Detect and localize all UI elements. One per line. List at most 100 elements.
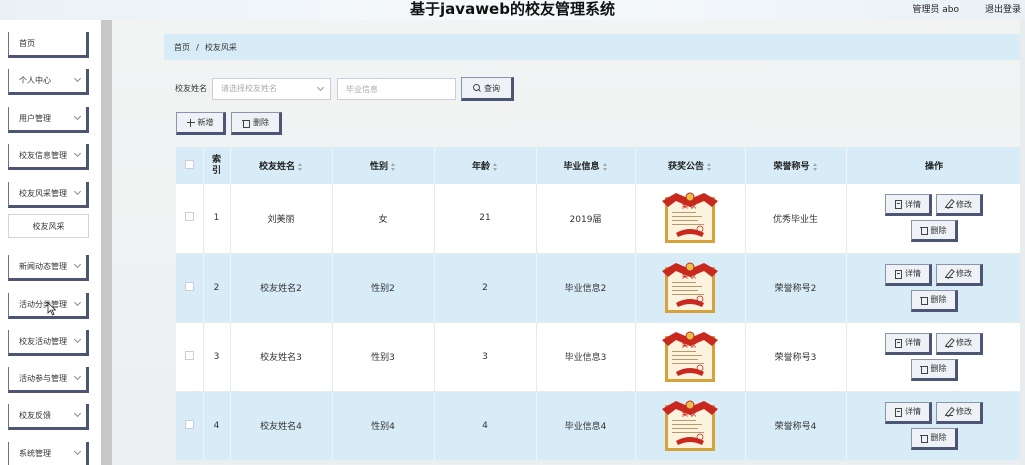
sort-icon[interactable] (812, 162, 818, 171)
table-header-row: 索引 校友姓名 性别 年龄 毕业信息 获奖公告 荣誉称号 操作 (176, 147, 1023, 184)
delete-button[interactable]: 删除 (910, 220, 958, 243)
row-select-cell (176, 253, 204, 323)
row-select-cell (176, 184, 204, 254)
delete-button[interactable]: 删除 (910, 427, 958, 450)
row-award-cell: 奖状 (635, 184, 746, 254)
detail-button[interactable]: 详情 (885, 263, 932, 286)
document-icon (894, 200, 902, 210)
row-select-cell (176, 322, 204, 392)
edit-label: 修改 (956, 269, 972, 278)
sidebar-item-personal[interactable]: 个人中心 (8, 69, 89, 95)
logout-link[interactable]: 退出登录 (985, 2, 1021, 15)
sort-icon[interactable] (391, 162, 396, 171)
trash-icon (919, 365, 928, 374)
sidebar-item-feedback[interactable]: 校友反馈 (8, 404, 89, 430)
row-checkbox[interactable] (184, 212, 194, 222)
column-graduation-label: 毕业信息 (563, 162, 600, 172)
edit-button[interactable]: 修改 (936, 194, 983, 217)
row-checkbox[interactable] (184, 281, 194, 291)
sidebar-item-alumni-style[interactable]: 校友风采管理 (8, 182, 89, 208)
column-actions-label: 操作 (924, 162, 943, 172)
row-name: 校友姓名3 (230, 322, 333, 392)
edit-label: 修改 (956, 407, 972, 416)
edit-button[interactable]: 修改 (936, 332, 983, 355)
search-name-select[interactable]: 请选择校友姓名 (212, 78, 331, 100)
sidebar-scrollbar[interactable] (101, 20, 112, 465)
sort-icon[interactable] (298, 162, 303, 171)
sidebar-item-alumni-activity[interactable]: 校友活动管理 (8, 330, 89, 356)
sidebar-item-home[interactable]: 首页 (8, 32, 89, 58)
edit-label: 修改 (956, 338, 972, 347)
sort-icon[interactable] (602, 162, 608, 171)
row-gender: 女 (332, 184, 435, 254)
sidebar-item-label: 校友风采管理 (19, 189, 67, 198)
row-select-cell (176, 391, 204, 461)
add-button[interactable]: 新增 (176, 112, 226, 135)
sort-icon[interactable] (493, 162, 498, 171)
detail-button[interactable]: 详情 (885, 194, 932, 217)
row-graduation: 毕业信息4 (536, 391, 636, 461)
edit-button[interactable]: 修改 (936, 401, 983, 424)
sidebar-item-users[interactable]: 用户管理 (8, 107, 89, 133)
breadcrumb-home[interactable]: 首页 (174, 42, 190, 53)
alumni-table: 索引 校友姓名 性别 年龄 毕业信息 获奖公告 荣誉称号 操作 1 刘美丽 女 … (176, 147, 1023, 465)
breadcrumb: 首页 / 校友风采 (164, 34, 1022, 60)
edit-icon (945, 339, 953, 347)
column-header-name[interactable]: 校友姓名 (230, 147, 333, 184)
row-honor: 荣誉称号3 (745, 322, 847, 392)
edit-icon (945, 270, 953, 278)
row-name: 刘美丽 (230, 184, 333, 254)
sidebar-item-label: 校友活动管理 (19, 337, 67, 346)
row-gender: 性别3 (332, 322, 435, 392)
sidebar-item-label: 个人中心 (19, 76, 51, 85)
sidebar-item-label: 首页 (19, 39, 35, 48)
bulk-delete-button[interactable]: 删除 (231, 112, 282, 135)
award-certificate-image (662, 331, 718, 382)
sort-icon[interactable] (707, 162, 712, 171)
select-all-checkbox[interactable] (184, 159, 194, 169)
detail-button[interactable]: 详情 (885, 332, 932, 355)
row-graduation: 2019届 (536, 184, 636, 254)
table-row: 2 校友姓名2 性别2 2 毕业信息2 奖状 荣誉称号2 详情 修改 删除 (176, 253, 1023, 323)
column-header-age[interactable]: 年龄 (434, 147, 537, 184)
sidebar-item-system[interactable]: 系统管理 (8, 442, 89, 465)
row-index: 2 (203, 253, 231, 323)
delete-button[interactable]: 删除 (910, 289, 958, 312)
search-graduation-input[interactable] (337, 78, 456, 100)
sidebar-item-label: 校友信息管理 (19, 151, 67, 160)
edit-button[interactable]: 修改 (936, 263, 983, 286)
column-header-index: 索引 (203, 147, 231, 184)
sidebar-item-news[interactable]: 新闻动态管理 (8, 255, 89, 281)
column-header-graduation[interactable]: 毕业信息 (536, 147, 636, 184)
table-row: 1 刘美丽 女 21 2019届 奖状 优秀毕业生 详情 修改 删除 (176, 184, 1023, 254)
certificate-heading: 奖状 (681, 341, 698, 349)
detail-button[interactable]: 详情 (885, 401, 932, 424)
column-header-honor[interactable]: 荣誉称号 (745, 147, 847, 184)
search-button[interactable]: 查询 (461, 77, 514, 101)
sidebar: 首页 个人中心 用户管理 校友信息管理 校友风采管理 校友风采 新闻动态管理 活… (0, 20, 112, 465)
page-scrollbar[interactable] (1020, 20, 1025, 465)
column-index-label: 索引 (211, 154, 221, 176)
row-checkbox[interactable] (184, 419, 194, 429)
row-gender: 性别2 (332, 253, 435, 323)
delete-button[interactable]: 删除 (910, 358, 958, 381)
row-graduation: 毕业信息3 (536, 322, 636, 392)
award-certificate-image (662, 192, 718, 244)
award-certificate-image (662, 262, 718, 313)
chevron-down-icon (73, 409, 82, 418)
chevron-down-icon (73, 335, 82, 344)
search-icon (473, 84, 481, 92)
sidebar-item-alumni-info[interactable]: 校友信息管理 (8, 144, 89, 170)
row-honor: 优秀毕业生 (745, 184, 847, 254)
bulk-delete-label: 删除 (253, 118, 269, 127)
row-checkbox[interactable] (184, 350, 194, 360)
detail-label: 详情 (905, 199, 921, 209)
sidebar-subitem-alumni-style[interactable]: 校友风采 (8, 214, 89, 238)
select-all-cell (176, 147, 204, 184)
sidebar-item-participation[interactable]: 活动参与管理 (8, 367, 89, 393)
document-icon (894, 407, 902, 417)
column-header-award[interactable]: 获奖公告 (635, 147, 746, 184)
row-name: 校友姓名2 (230, 253, 333, 323)
row-award-cell: 奖状 (635, 391, 746, 461)
column-header-gender[interactable]: 性别 (332, 147, 435, 184)
